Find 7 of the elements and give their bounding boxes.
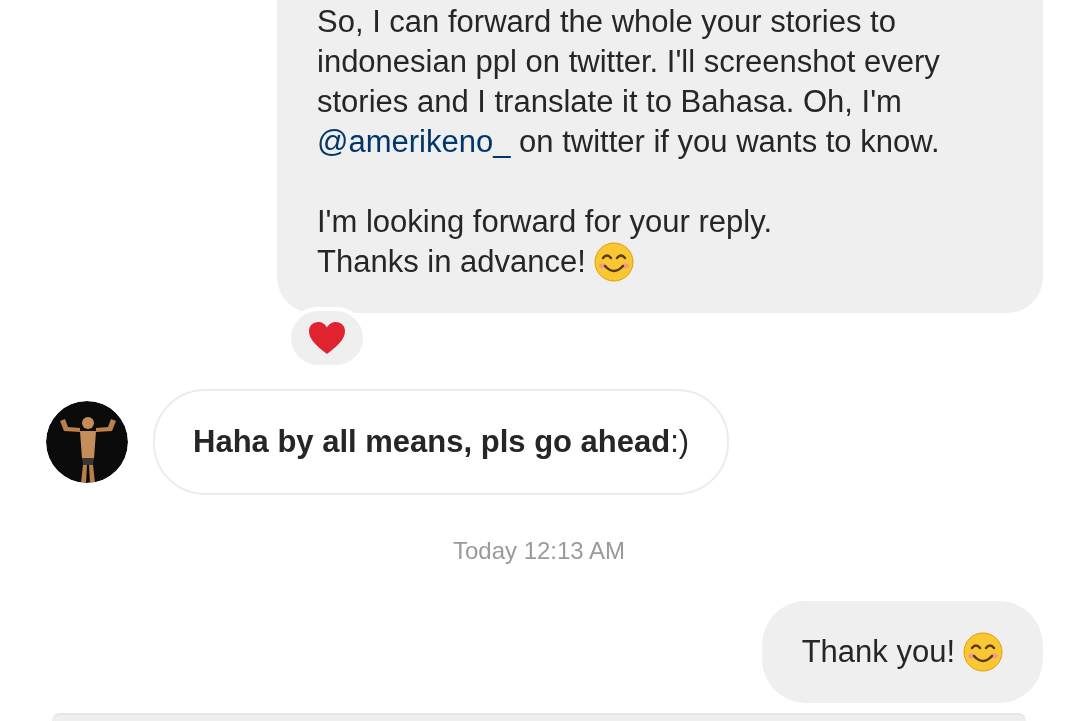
message-text: Thank you! bbox=[801, 632, 1003, 672]
message-text: I'm looking forward for your reply. Thanks in advance! bbox=[317, 202, 1003, 282]
message-text: Haha by all means, pls go ahead:) bbox=[193, 422, 690, 461]
mention-link[interactable]: @amerikeno_ bbox=[317, 124, 511, 159]
message-text: So, I can forward the whole your stories to indonesian ppl on twitter. I'll screenshot every stories and I translate it to Bahasa. Oh, I'm @amerikeno_ on twitter if you wants to know. bbox=[317, 3, 941, 161]
timestamp: Today 12:13 AM bbox=[452, 536, 626, 566]
heart-icon bbox=[308, 321, 346, 355]
